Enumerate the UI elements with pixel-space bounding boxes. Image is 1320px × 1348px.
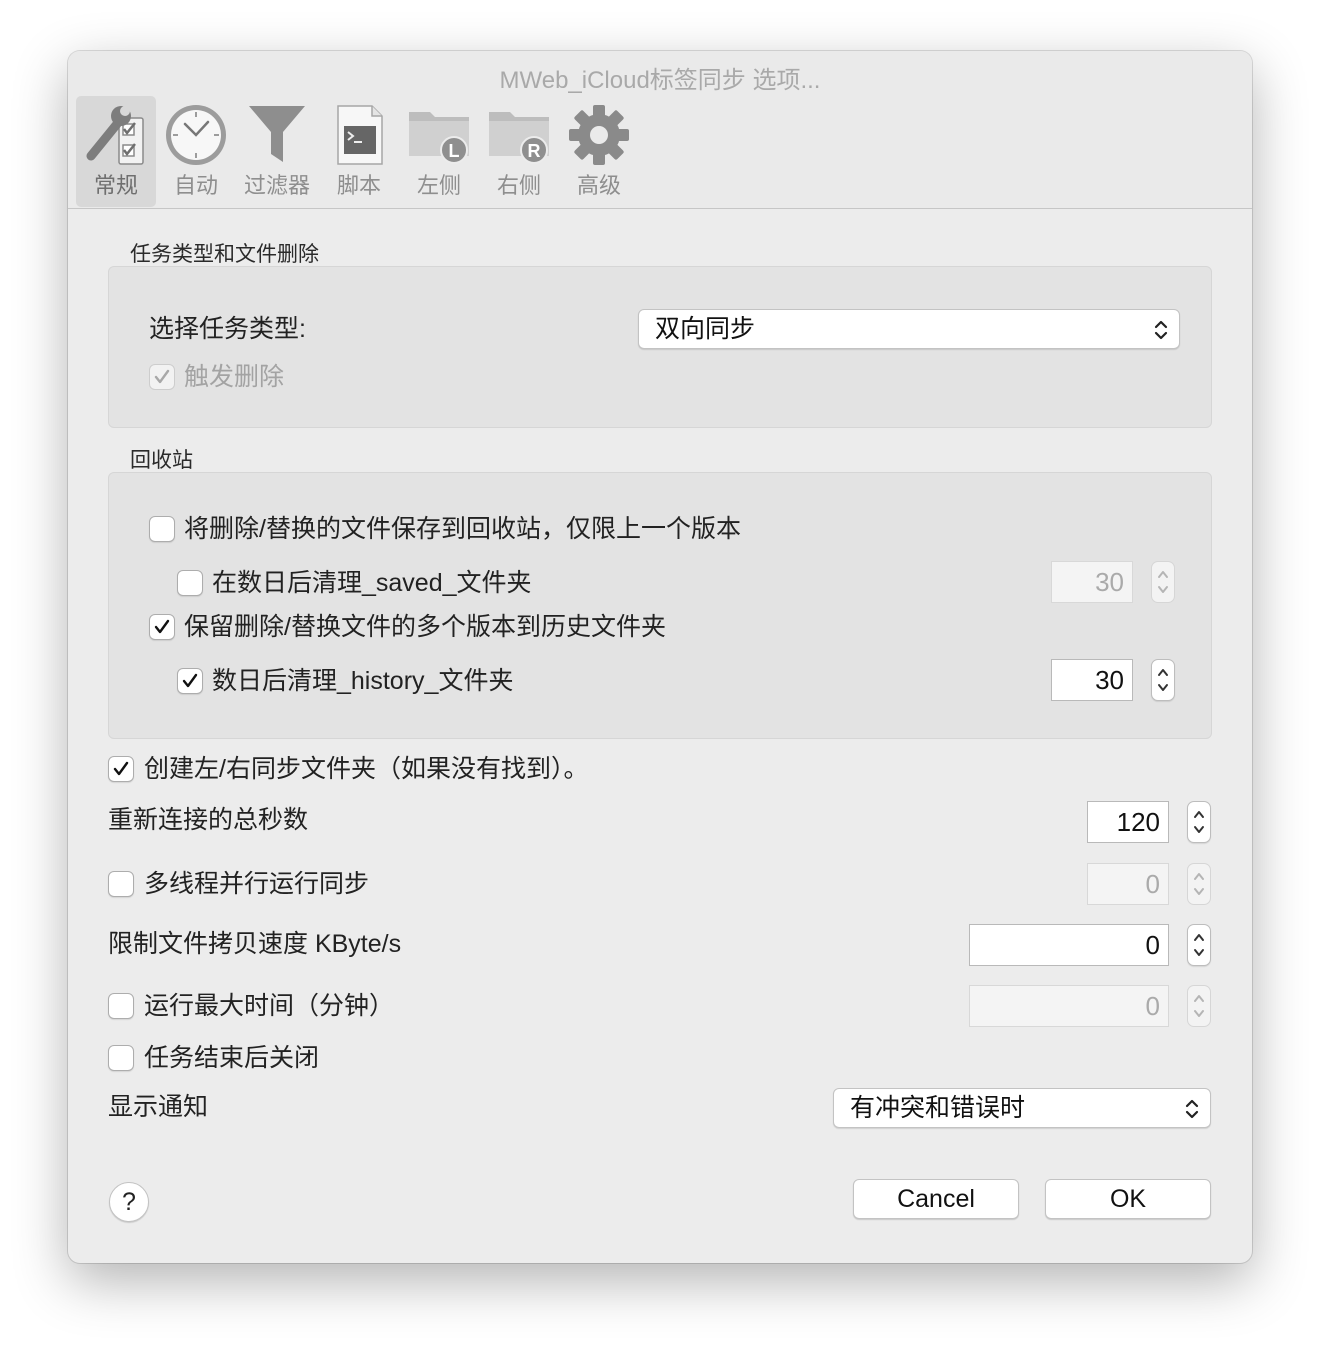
svg-text:L: L	[449, 141, 460, 161]
max-runtime-label: 运行最大时间（分钟）	[144, 992, 395, 1020]
notify-select[interactable]: 有冲突和错误时	[833, 1088, 1211, 1128]
stepper-arrows-icon	[1194, 995, 1204, 1017]
ok-button[interactable]: OK	[1045, 1179, 1211, 1219]
updown-chevron-icon	[1185, 1099, 1199, 1119]
tab-filter[interactable]: 过滤器	[237, 96, 317, 207]
folder-right-icon: R	[489, 112, 549, 164]
checkmark-icon	[154, 619, 170, 634]
recycle-section-title: 回收站	[130, 449, 193, 472]
multithread-stepper[interactable]	[1187, 863, 1211, 905]
max-runtime-input[interactable]: 0	[969, 985, 1169, 1027]
close-after-checkbox[interactable]	[108, 1045, 134, 1071]
clean-saved-checkbox[interactable]	[177, 570, 203, 596]
clean-saved-label: 在数日后清理_saved_文件夹	[212, 569, 532, 597]
clean-history-days-stepper[interactable]	[1151, 659, 1175, 701]
create-folders-label: 创建左/右同步文件夹（如果没有找到）。	[144, 755, 589, 783]
reconnect-input[interactable]: 120	[1087, 801, 1169, 843]
keep-versions-checkbox[interactable]	[149, 614, 175, 640]
stepper-arrows-icon	[1158, 571, 1168, 593]
max-runtime-stepper[interactable]	[1187, 985, 1211, 1027]
stepper-arrows-icon	[1194, 811, 1204, 833]
task-type-label: 选择任务类型:	[149, 315, 306, 343]
speed-limit-label: 限制文件拷贝速度 KByte/s	[108, 930, 402, 958]
script-icon	[337, 105, 383, 165]
svg-text:R: R	[528, 141, 541, 161]
trigger-delete-label: 触发删除	[184, 363, 285, 391]
stepper-arrows-icon	[1194, 873, 1204, 895]
clean-history-days-input[interactable]: 30	[1051, 659, 1133, 701]
tab-auto[interactable]: 自动	[156, 96, 236, 207]
close-after-label: 任务结束后关闭	[144, 1044, 320, 1072]
task-type-select[interactable]: 双向同步	[638, 309, 1180, 349]
clean-saved-days-stepper[interactable]	[1151, 561, 1175, 603]
help-button[interactable]: ?	[109, 1182, 149, 1222]
tab-script-label: 脚本	[336, 173, 381, 198]
updown-chevron-icon	[1154, 320, 1168, 340]
max-runtime-checkbox[interactable]	[108, 993, 134, 1019]
task-section-box: 选择任务类型: 双向同步 触发删除	[108, 266, 1212, 428]
reconnect-stepper[interactable]	[1187, 801, 1211, 843]
create-folders-checkbox[interactable]	[108, 756, 134, 782]
multithread-label: 多线程并行运行同步	[144, 870, 370, 898]
tab-filter-label: 过滤器	[243, 173, 310, 198]
save-to-recycle-label: 将删除/替换的文件保存到回收站，仅限上一个版本	[184, 515, 741, 543]
stepper-arrows-icon	[1194, 934, 1204, 956]
tab-advanced-label: 高级	[576, 173, 621, 198]
tab-left[interactable]: L 左侧	[399, 96, 479, 207]
folder-left-icon: L	[409, 112, 469, 164]
multithread-input[interactable]: 0	[1087, 863, 1169, 905]
tab-advanced[interactable]: 高级	[559, 96, 639, 207]
save-to-recycle-checkbox[interactable]	[149, 516, 175, 542]
recycle-section-box: 将删除/替换的文件保存到回收站，仅限上一个版本 在数日后清理_saved_文件夹…	[108, 472, 1212, 739]
tab-right-label: 右侧	[496, 173, 541, 198]
window-title: MWeb_iCloud标签同步 选项...	[499, 67, 821, 94]
tab-auto-label: 自动	[173, 173, 218, 198]
keep-versions-label: 保留删除/替换文件的多个版本到历史文件夹	[184, 613, 666, 641]
tab-right[interactable]: R 右侧	[479, 96, 559, 207]
notify-label: 显示通知	[108, 1093, 209, 1121]
task-section-title: 任务类型和文件删除	[130, 243, 319, 266]
checkmark-icon	[182, 673, 198, 688]
notify-value: 有冲突和错误时	[850, 1094, 1026, 1122]
multithread-checkbox[interactable]	[108, 871, 134, 897]
task-type-value: 双向同步	[655, 315, 756, 343]
trigger-delete-checkbox[interactable]	[149, 364, 175, 390]
options-window: MWeb_iCloud标签同步 选项... 常规 自动 过滤器 脚本 L 左侧 …	[68, 51, 1252, 1263]
wrench-checklist-icon	[86, 106, 144, 165]
clean-saved-days-input[interactable]: 30	[1051, 561, 1133, 603]
speed-limit-stepper[interactable]	[1187, 924, 1211, 966]
checkmark-icon	[154, 369, 170, 384]
clean-history-checkbox[interactable]	[177, 668, 203, 694]
reconnect-label: 重新连接的总秒数	[108, 806, 309, 834]
tab-left-label: 左侧	[416, 173, 461, 198]
toolbar: MWeb_iCloud标签同步 选项... 常规 自动 过滤器 脚本 L 左侧 …	[68, 51, 1252, 209]
cancel-button[interactable]: Cancel	[853, 1179, 1019, 1219]
checkmark-icon	[113, 761, 129, 776]
tab-general[interactable]: 常规	[76, 96, 156, 207]
tab-script[interactable]: 脚本	[319, 96, 399, 207]
gear-icon	[569, 105, 629, 165]
speed-limit-input[interactable]: 0	[969, 924, 1169, 966]
clean-history-label: 数日后清理_history_文件夹	[212, 667, 514, 695]
clock-icon	[166, 105, 226, 165]
stepper-arrows-icon	[1158, 669, 1168, 691]
tab-general-label: 常规	[93, 173, 138, 198]
funnel-icon	[249, 106, 305, 162]
